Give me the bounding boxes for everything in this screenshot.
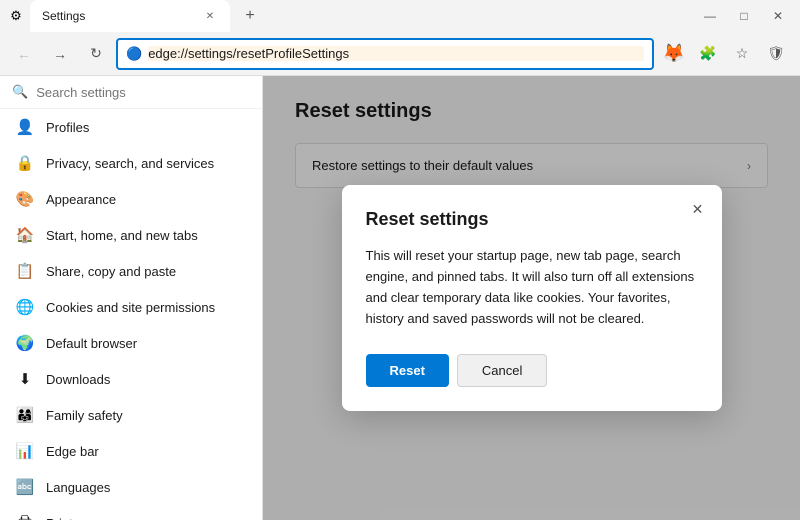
toolbar: ← → ↻ 🔵 🦊 🧩 ☆ 🛡 <box>0 32 800 76</box>
sidebar-label-printers: Printers <box>46 516 91 520</box>
sidebar-label-default-browser: Default browser <box>46 336 137 351</box>
settings-tab-icon: ⚙ <box>8 8 24 24</box>
sidebar-label-appearance: Appearance <box>46 192 116 207</box>
family-safety-icon: 👨‍👩‍👧 <box>16 406 34 424</box>
address-input[interactable] <box>148 46 644 61</box>
search-input[interactable] <box>36 85 250 100</box>
sidebar: 🔍 👤 Profiles 🔒 Privacy, search, and serv… <box>0 76 263 520</box>
sidebar-label-cookies: Cookies and site permissions <box>46 300 215 315</box>
dialog-actions: Reset Cancel <box>366 354 698 387</box>
sidebar-item-cookies[interactable]: 🌐 Cookies and site permissions <box>0 289 262 325</box>
minimize-button[interactable]: — <box>696 2 724 30</box>
favorites-button[interactable]: ☆ <box>726 38 758 70</box>
printers-icon: 🖨 <box>16 514 34 520</box>
cancel-button[interactable]: Cancel <box>457 354 547 387</box>
tab-title: Settings <box>42 9 194 23</box>
sidebar-item-languages[interactable]: 🔤 Languages <box>0 469 262 505</box>
dialog-close-button[interactable]: ✕ <box>686 197 710 221</box>
sidebar-item-share[interactable]: 📋 Share, copy and paste <box>0 253 262 289</box>
share-icon: 📋 <box>16 262 34 280</box>
sidebar-item-family-safety[interactable]: 👨‍👩‍👧 Family safety <box>0 397 262 433</box>
forward-button[interactable]: → <box>44 38 76 70</box>
secure-icon: 🔵 <box>126 46 142 62</box>
default-browser-icon: 🌍 <box>16 334 34 352</box>
right-panel: Reset settings Restore settings to their… <box>263 76 800 520</box>
new-tab-button[interactable]: + <box>236 2 264 30</box>
back-button[interactable]: ← <box>8 38 40 70</box>
sidebar-item-privacy[interactable]: 🔒 Privacy, search, and services <box>0 145 262 181</box>
maximize-button[interactable]: □ <box>730 2 758 30</box>
languages-icon: 🔤 <box>16 478 34 496</box>
refresh-button[interactable]: ↻ <box>80 38 112 70</box>
active-tab[interactable]: Settings ✕ <box>30 0 230 32</box>
title-bar-left: ⚙ <box>8 8 24 24</box>
address-bar[interactable]: 🔵 <box>116 38 654 70</box>
privacy-icon: 🔒 <box>16 154 34 172</box>
profiles-icon: 👤 <box>16 118 34 136</box>
reset-dialog: ✕ Reset settings This will reset your st… <box>342 185 722 410</box>
toolbar-icons: 🦊 🧩 ☆ 🛡 <box>658 38 792 70</box>
sidebar-item-default-browser[interactable]: 🌍 Default browser <box>0 325 262 361</box>
dialog-title: Reset settings <box>366 209 698 230</box>
downloads-icon: ⬇ <box>16 370 34 388</box>
browser-frame: ⚙ Settings ✕ + — □ ✕ ← → ↻ 🔵 🦊 🧩 ☆ 🛡 <box>0 0 800 520</box>
cookies-icon: 🌐 <box>16 298 34 316</box>
sidebar-item-edge-bar[interactable]: 📊 Edge bar <box>0 433 262 469</box>
title-bar: ⚙ Settings ✕ + — □ ✕ <box>0 0 800 32</box>
edge-bar-icon: 📊 <box>16 442 34 460</box>
sidebar-item-start-home[interactable]: 🏠 Start, home, and new tabs <box>0 217 262 253</box>
sidebar-item-profiles[interactable]: 👤 Profiles <box>0 109 262 145</box>
sidebar-label-share: Share, copy and paste <box>46 264 176 279</box>
sidebar-label-profiles: Profiles <box>46 120 89 135</box>
search-icon: 🔍 <box>12 84 28 100</box>
tab-close-button[interactable]: ✕ <box>202 8 218 24</box>
reset-confirm-button[interactable]: Reset <box>366 354 449 387</box>
browser-essentials-button[interactable]: 🛡 <box>760 38 792 70</box>
sidebar-label-downloads: Downloads <box>46 372 110 387</box>
sidebar-label-start-home: Start, home, and new tabs <box>46 228 198 243</box>
sidebar-item-appearance[interactable]: 🎨 Appearance <box>0 181 262 217</box>
sidebar-label-family-safety: Family safety <box>46 408 123 423</box>
appearance-icon: 🎨 <box>16 190 34 208</box>
sidebar-label-edge-bar: Edge bar <box>46 444 99 459</box>
extensions-button[interactable]: 🧩 <box>692 38 724 70</box>
main-content: 🔍 👤 Profiles 🔒 Privacy, search, and serv… <box>0 76 800 520</box>
sidebar-label-privacy: Privacy, search, and services <box>46 156 214 171</box>
modal-overlay: ✕ Reset settings This will reset your st… <box>263 76 800 520</box>
sidebar-item-downloads[interactable]: ⬇ Downloads <box>0 361 262 397</box>
start-home-icon: 🏠 <box>16 226 34 244</box>
search-box: 🔍 <box>0 76 262 109</box>
edge-menu-button[interactable]: 🦊 <box>658 38 690 70</box>
sidebar-item-printers[interactable]: 🖨 Printers <box>0 505 262 520</box>
dialog-body: This will reset your startup page, new t… <box>366 246 698 329</box>
close-window-button[interactable]: ✕ <box>764 2 792 30</box>
sidebar-label-languages: Languages <box>46 480 110 495</box>
